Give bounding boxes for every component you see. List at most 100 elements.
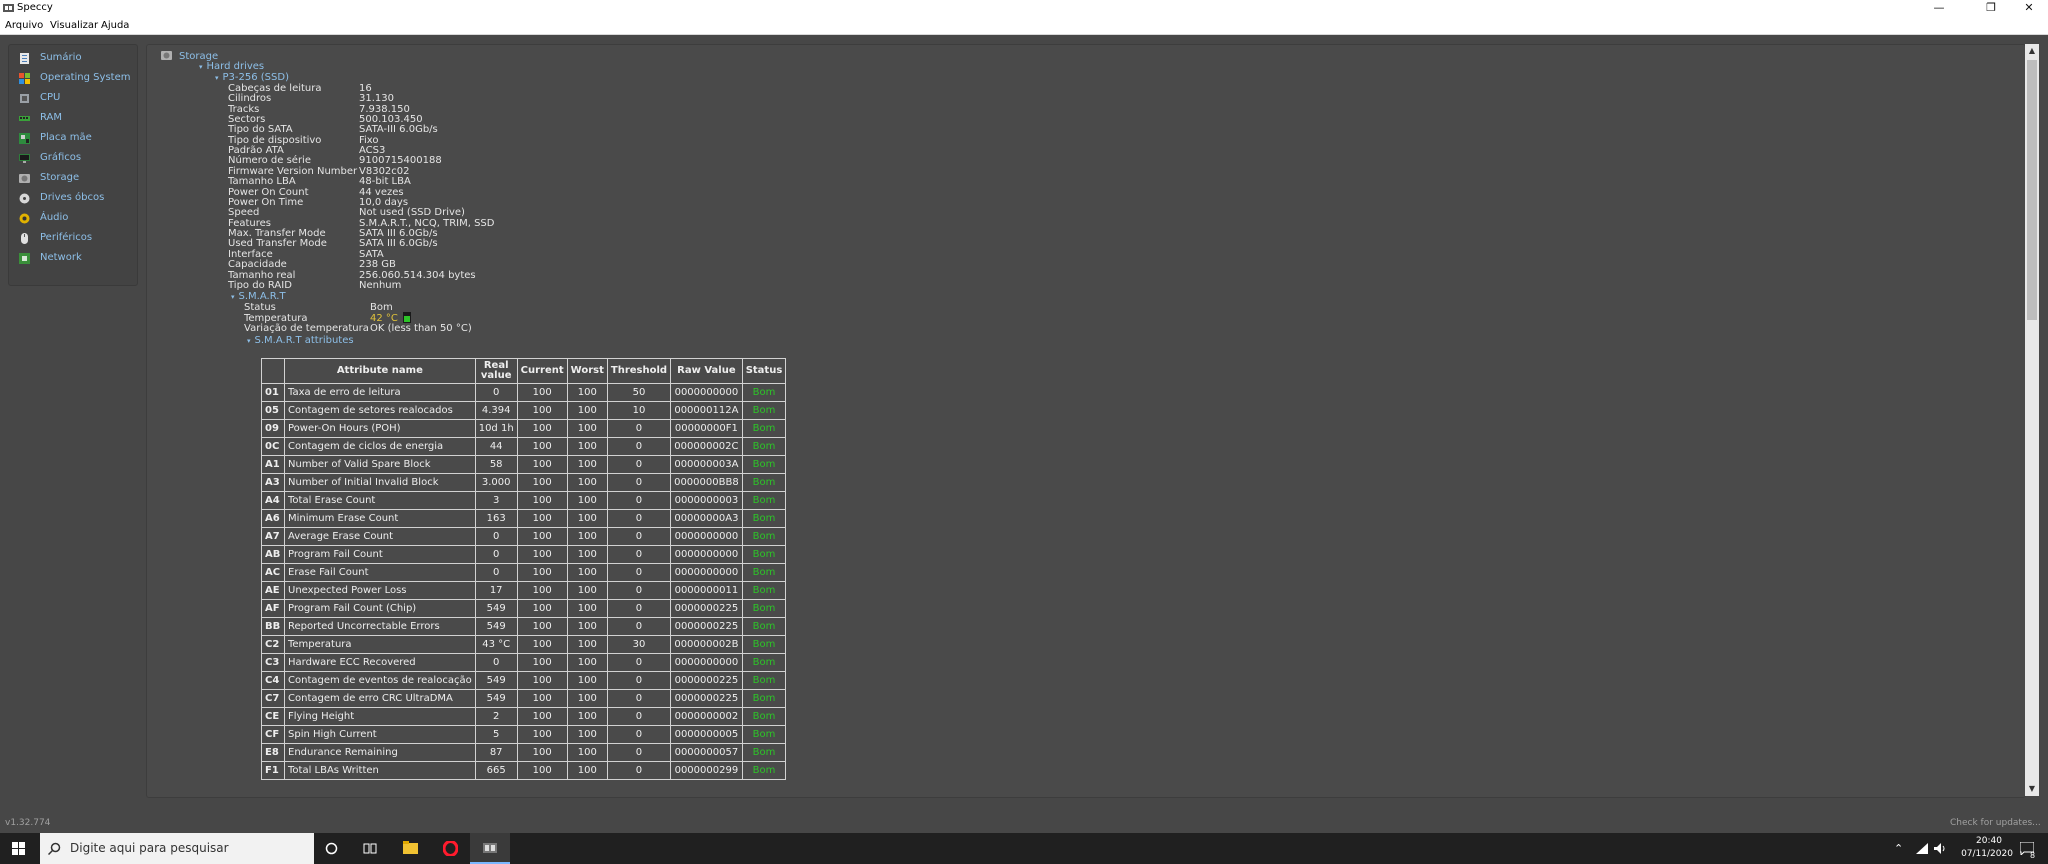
table-row: 09 Power-On Hours (POH) 10d 1h 100 100 0 00000…: [261, 419, 787, 438]
prop-key: Capacidade: [228, 259, 287, 270]
attr-id: AE: [261, 581, 285, 600]
attr-current: 100: [516, 581, 568, 600]
attr-status: Bom: [741, 617, 787, 636]
attr-real-value: 0: [474, 527, 518, 546]
tree-node-smart-attributes[interactable]: ▾ S.M.A.R.T attributes: [247, 335, 354, 346]
attr-worst: 100: [566, 455, 608, 474]
tree-node-hard-drives[interactable]: ▾ Hard drives: [199, 61, 264, 72]
volume-icon[interactable]: [1934, 843, 1946, 854]
attr-id: 05: [261, 401, 285, 420]
ram-icon: [19, 116, 30, 121]
attr-id: C2: [261, 635, 285, 654]
attr-threshold: 0: [606, 599, 672, 618]
taskbar-search-box[interactable]: Digite aqui para pesquisar: [40, 833, 314, 864]
attr-name: Total Erase Count: [284, 491, 476, 510]
attr-id: 09: [261, 419, 285, 438]
prop-key: Used Transfer Mode: [228, 238, 327, 249]
attr-raw-value: 0000000000: [670, 563, 743, 582]
check-updates-link[interactable]: Check for updates...: [1950, 818, 2041, 828]
attr-threshold: 0: [606, 743, 672, 762]
attr-threshold: 0: [606, 581, 672, 600]
attr-worst: 100: [566, 581, 608, 600]
attr-status: Bom: [741, 437, 787, 456]
table-row: 01 Taxa de erro de leitura 0 100 100 50 000000…: [261, 383, 787, 402]
prop-key: Número de série: [228, 155, 311, 166]
cortana-icon[interactable]: [325, 842, 338, 855]
scroll-down-icon[interactable]: ▼: [2025, 782, 2039, 796]
attr-status: Bom: [741, 527, 787, 546]
title-bar: Speccy — ❐ ✕: [0, 0, 2048, 17]
col-header-real-value: Real value: [474, 358, 518, 384]
tree-label: Hard drives: [206, 61, 265, 72]
attr-threshold: 0: [606, 563, 672, 582]
storage-icon: [161, 51, 172, 60]
attr-worst: 100: [566, 509, 608, 528]
attr-threshold: 0: [606, 473, 672, 492]
attr-raw-value: 0000000005: [670, 725, 743, 744]
task-view-icon[interactable]: [363, 842, 377, 855]
collapse-caret-icon: ▾: [199, 63, 203, 71]
table-row: E8 Endurance Remaining 87 100 100 0 0000000057…: [261, 743, 787, 762]
table-row: C7 Contagem de erro CRC UltraDMA 549 100 100…: [261, 689, 787, 708]
version-label: v1.32.774: [5, 818, 51, 828]
attr-raw-value: 0000000000: [670, 653, 743, 672]
attr-id: 01: [261, 383, 285, 402]
attr-raw-value: 0000000225: [670, 617, 743, 636]
attr-raw-value: 0000000011: [670, 581, 743, 600]
attr-threshold: 0: [606, 671, 672, 690]
menu-ajuda[interactable]: Ajuda: [101, 20, 129, 31]
attr-current: 100: [516, 617, 568, 636]
attr-worst: 100: [566, 419, 608, 438]
attr-real-value: 17: [474, 581, 518, 600]
search-icon: [48, 842, 61, 855]
smart-attributes-table: Attribute name Real value Current Worst …: [261, 358, 787, 780]
prop-value: Not used (SSD Drive): [359, 207, 465, 218]
network-tray-icon[interactable]: [1916, 843, 1928, 854]
attr-name: Number of Valid Spare Block: [284, 455, 476, 474]
attr-current: 100: [516, 743, 568, 762]
attr-raw-value: 0000000225: [670, 671, 743, 690]
notification-count: 8: [2030, 851, 2036, 860]
clock-time[interactable]: 20:40: [1964, 836, 2014, 846]
table-row: 0C Contagem de ciclos de energia 44 100 100 0…: [261, 437, 787, 456]
window-title: Speccy: [17, 2, 53, 13]
attr-real-value: 0: [474, 383, 518, 402]
vertical-scrollbar[interactable]: ▲ ▼: [2025, 44, 2039, 796]
windows-start-icon[interactable]: [12, 842, 25, 855]
attr-raw-value: 00000000F1: [670, 419, 743, 438]
attr-threshold: 0: [606, 455, 672, 474]
tree-node-smart[interactable]: ▾ S.M.A.R.T: [231, 291, 286, 302]
attr-id: C3: [261, 653, 285, 672]
collapse-caret-icon: ▾: [247, 337, 251, 345]
menu-visualizar[interactable]: Visualizar: [50, 20, 98, 31]
col-header-worst: Worst: [566, 358, 608, 384]
restore-button[interactable]: ❐: [1976, 0, 2006, 17]
file-explorer-icon[interactable]: [403, 841, 418, 855]
attr-status: Bom: [741, 455, 787, 474]
taskbar-speccy-active[interactable]: [470, 833, 510, 864]
prop-value: SATA III 6.0Gb/s: [359, 238, 438, 249]
attr-status: Bom: [741, 599, 787, 618]
menu-arquivo[interactable]: Arquivo: [5, 20, 43, 31]
attr-threshold: 0: [606, 509, 672, 528]
attr-real-value: 87: [474, 743, 518, 762]
scroll-thumb[interactable]: [2027, 60, 2037, 320]
col-header-raw-value: Raw Value: [670, 358, 743, 384]
attr-current: 100: [516, 545, 568, 564]
attr-name: Endurance Remaining: [284, 743, 476, 762]
attr-threshold: 10: [606, 401, 672, 420]
table-row: F1 Total LBAs Written 665 100 100 0 0000000299…: [261, 761, 787, 780]
attr-worst: 100: [566, 491, 608, 510]
minimize-button[interactable]: —: [1924, 0, 1954, 17]
chevron-up-icon[interactable]: ⌃: [1894, 842, 1903, 855]
attr-threshold: 0: [606, 653, 672, 672]
attr-current: 100: [516, 671, 568, 690]
attr-name: Temperatura: [284, 635, 476, 654]
opera-browser-icon[interactable]: [443, 841, 458, 856]
clock-date[interactable]: 07/11/2020: [1954, 849, 2020, 859]
scroll-up-icon[interactable]: ▲: [2025, 44, 2039, 58]
tree-node-drive[interactable]: ▾ P3-256 (SSD): [215, 72, 289, 83]
close-button[interactable]: ✕: [2014, 0, 2044, 17]
sidebar-item-label: RAM: [40, 112, 63, 123]
table-row: C2 Temperatura 43 °C 100 100 30 000000002B Bom: [261, 635, 787, 654]
